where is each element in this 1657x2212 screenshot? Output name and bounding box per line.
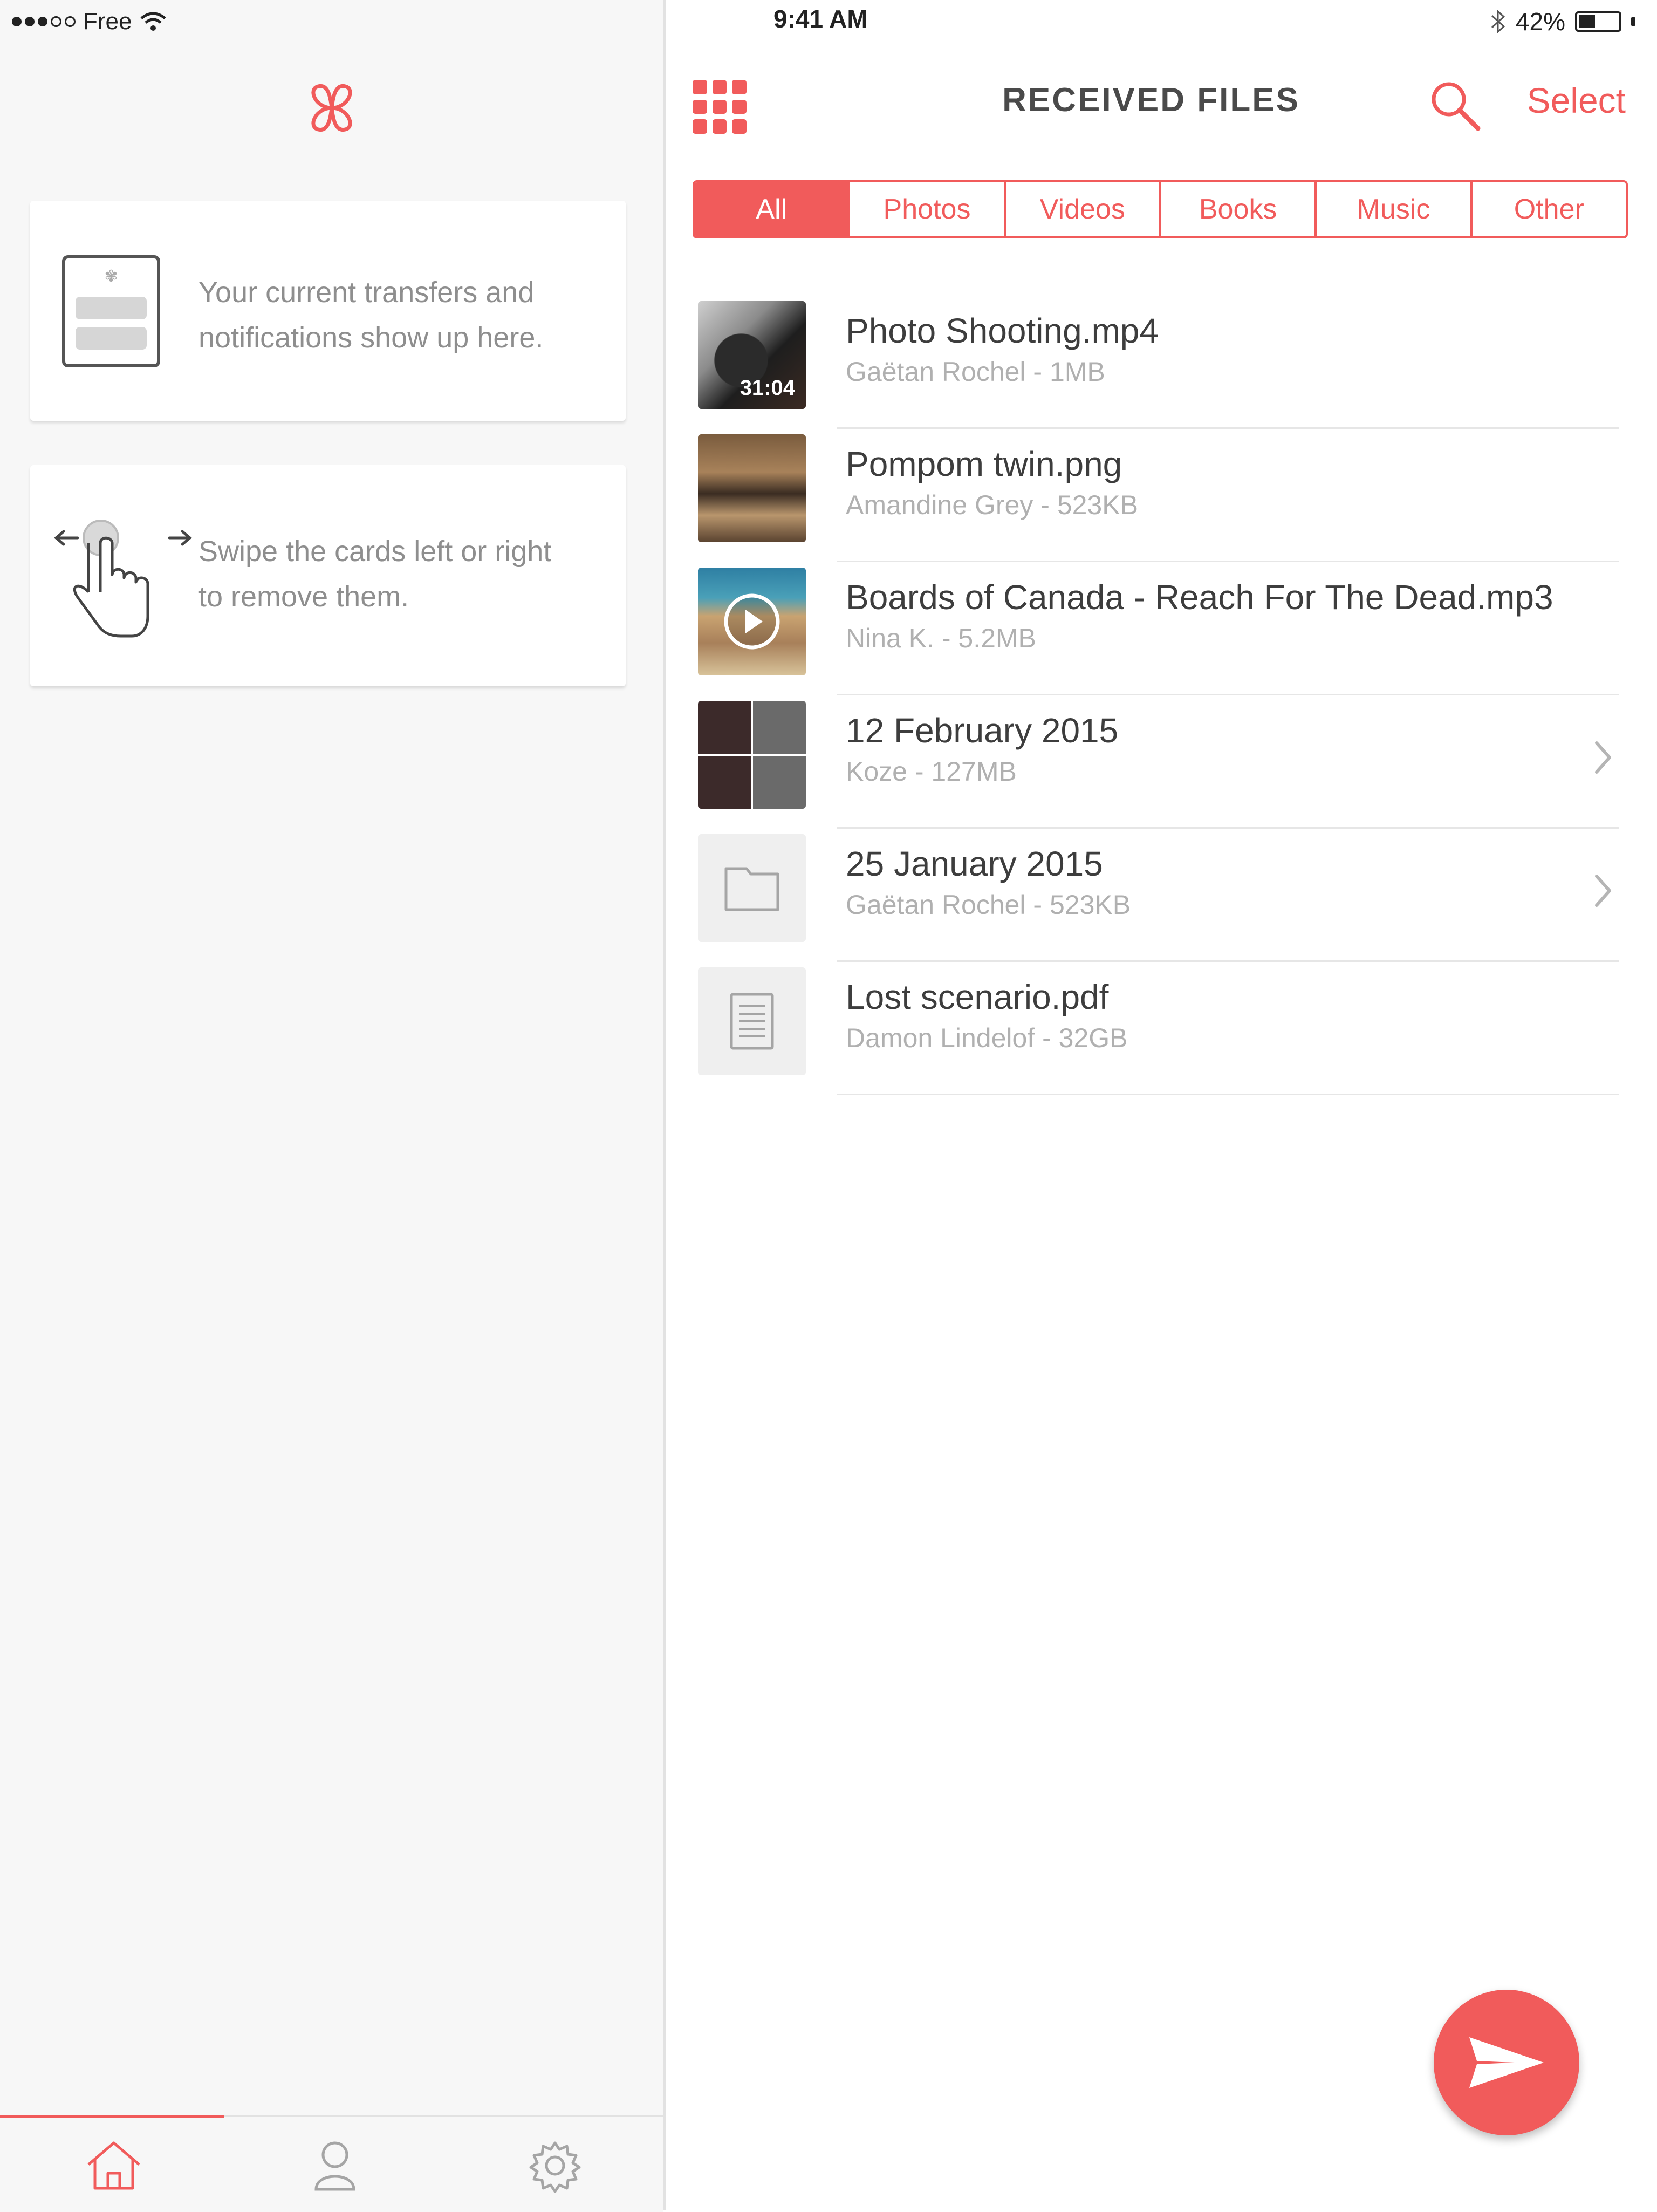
file-name: Photo Shooting.mp4 <box>846 311 1159 350</box>
folder-thumbnail <box>698 834 806 942</box>
filter-other[interactable]: Other <box>1472 182 1626 236</box>
search-icon[interactable] <box>1426 77 1485 136</box>
file-meta: Nina K. - 5.2MB <box>846 623 1036 653</box>
card-text-line: Swipe the cards left or right <box>198 535 552 568</box>
document-thumbnail <box>698 967 806 1075</box>
file-list: 31:04 Photo Shooting.mp4 Gaëtan Rochel -… <box>666 296 1657 1095</box>
status-time: 9:41 AM <box>773 5 868 33</box>
app-logo-icon <box>311 84 352 132</box>
list-item[interactable]: 25 January 2015 Gaëtan Rochel - 523KB <box>666 829 1657 962</box>
send-button[interactable] <box>1434 1990 1579 2135</box>
card-text-line: Your current transfers and <box>198 276 535 309</box>
swipe-hand-icon <box>54 520 192 638</box>
file-name: Lost scenario.pdf <box>846 978 1109 1016</box>
bottom-tab-bar <box>0 2115 663 2212</box>
file-name: Pompom twin.png <box>846 445 1122 483</box>
filter-photos[interactable]: Photos <box>850 182 1006 236</box>
settings-icon[interactable] <box>525 2139 585 2193</box>
list-item[interactable]: Boards of Canada - Reach For The Dead.mp… <box>666 562 1657 695</box>
select-button[interactable]: Select <box>1527 80 1626 121</box>
grid-view-button[interactable] <box>693 80 747 134</box>
list-item[interactable]: Pompom twin.png Amandine Grey - 523KB <box>666 429 1657 562</box>
swipe-hint-card[interactable]: Swipe the cards left or right to remove … <box>30 465 626 686</box>
signal-strength-icon <box>12 16 76 27</box>
chevron-right-icon <box>1595 741 1611 774</box>
video-duration: 31:04 <box>740 376 795 400</box>
filter-videos[interactable]: Videos <box>1005 182 1161 236</box>
play-icon <box>724 593 780 650</box>
card-text-line: to remove them. <box>198 581 409 613</box>
filter-all[interactable]: All <box>695 182 851 236</box>
file-name: Boards of Canada - Reach For The Dead.mp… <box>846 578 1553 617</box>
folder-icon <box>724 867 779 911</box>
file-type-filter: All Photos Videos Books Music Other <box>693 180 1628 238</box>
paper-plane-icon <box>1469 2037 1544 2088</box>
carrier-status: Free <box>12 5 167 38</box>
status-indicators: 42% <box>1490 4 1635 39</box>
chevron-right-icon <box>1595 875 1611 907</box>
transfers-info-card[interactable]: ✾ Your current transfers and notificatio… <box>30 201 626 421</box>
notifications-panel: Free ✾ Your current transfers and notifi… <box>0 0 666 2212</box>
video-thumbnail: 31:04 <box>698 301 806 409</box>
file-meta: Gaëtan Rochel - 1MB <box>846 357 1105 387</box>
list-item[interactable]: Lost scenario.pdf Damon Lindelof - 32GB <box>666 962 1657 1095</box>
file-name: 12 February 2015 <box>846 711 1119 750</box>
list-item[interactable]: 12 February 2015 Koze - 127MB <box>666 695 1657 829</box>
bluetooth-icon <box>1491 9 1505 34</box>
profile-icon[interactable] <box>305 2139 365 2193</box>
file-meta: Gaëtan Rochel - 523KB <box>846 890 1131 920</box>
home-icon[interactable] <box>84 2139 143 2193</box>
svg-text:✾: ✾ <box>104 267 118 286</box>
collection-thumbnail <box>698 701 806 809</box>
filter-music[interactable]: Music <box>1317 182 1473 236</box>
document-icon: ✾ <box>62 255 160 367</box>
document-icon <box>730 993 774 1050</box>
file-meta: Koze - 127MB <box>846 756 1017 787</box>
page-title: RECEIVED FILES <box>1002 81 1300 119</box>
list-item[interactable]: 31:04 Photo Shooting.mp4 Gaëtan Rochel -… <box>666 296 1657 429</box>
filter-books[interactable]: Books <box>1161 182 1317 236</box>
file-meta: Damon Lindelof - 32GB <box>846 1023 1128 1053</box>
file-meta: Amandine Grey - 523KB <box>846 490 1138 520</box>
carrier-name: Free <box>83 8 132 35</box>
file-name: 25 January 2015 <box>846 844 1103 883</box>
album-thumbnail <box>698 568 806 675</box>
battery-icon <box>1575 11 1621 32</box>
card-text-line: notifications show up here. <box>198 322 544 354</box>
active-tab-indicator <box>0 2115 224 2118</box>
battery-percent: 42% <box>1515 8 1565 36</box>
photo-thumbnail <box>698 434 806 542</box>
wifi-icon <box>140 12 167 31</box>
received-files-panel: 9:41 AM 42% RECEIVED FILES Select All Ph… <box>666 0 1657 2210</box>
